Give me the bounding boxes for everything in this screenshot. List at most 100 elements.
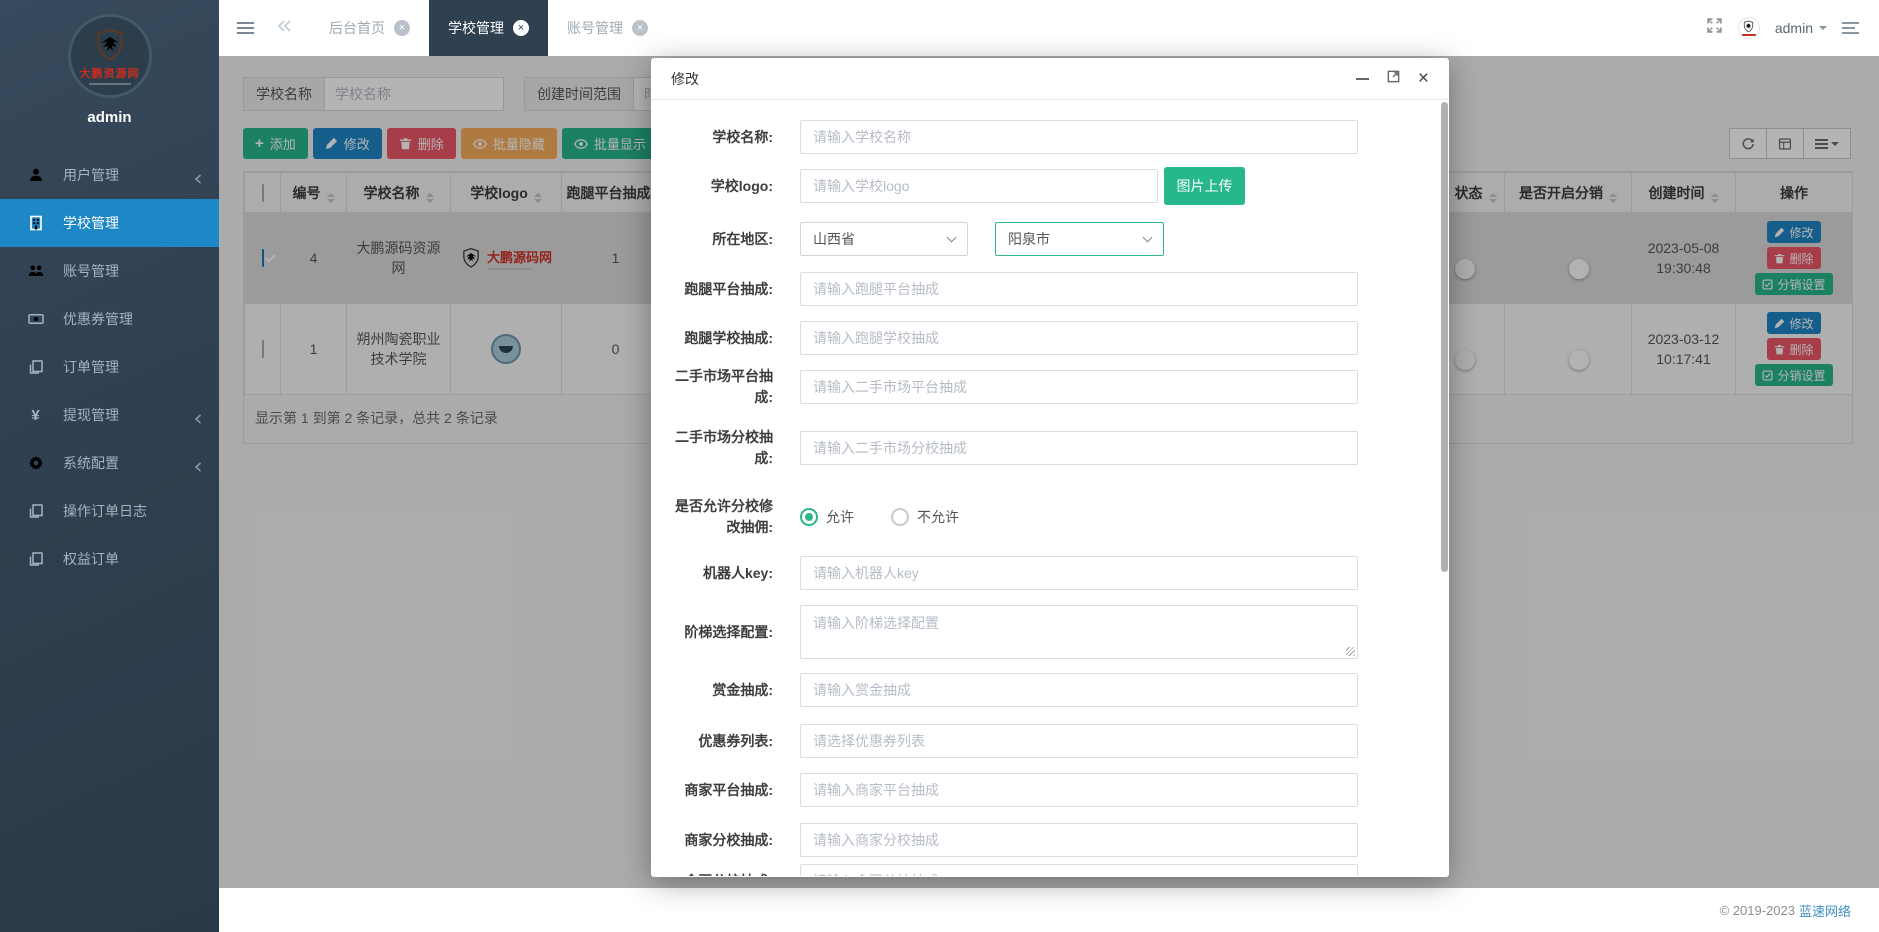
merchant-branch-cut-field[interactable] [800,823,1358,857]
field-label: 跑腿平台抽成: [663,272,773,306]
tab-close-icon[interactable]: × [632,20,648,36]
field-label: 所在地区: [663,222,773,256]
image-upload-button[interactable]: 图片上传 [1164,167,1245,205]
sidebar-item-accounts[interactable]: 账号管理 [0,247,219,295]
close-icon[interactable]: × [1418,69,1429,88]
sidebar-item-withdraw[interactable]: ¥ 提现管理 [0,391,219,439]
sidebar-item-orders[interactable]: 订单管理 [0,343,219,391]
field-label: 学校名称: [663,120,773,154]
avatar-red-bar [1742,34,1756,36]
modal-title: 修改 [671,69,699,89]
sidebar: 大鹏资源网 admin 用户管理 学校管理 账号管理 优惠券管理 [0,0,219,932]
field-label: 商家平台抽成: [663,773,773,807]
sidebar-item-label: 用户管理 [63,165,119,185]
coupon-list-field[interactable] [800,724,1358,758]
field-label: 阶梯选择配置: [663,605,773,659]
field-label: 金豆分校抽成: [663,864,773,876]
field-label: 学校logo: [663,169,773,203]
secondhand-platform-cut-field[interactable] [800,370,1358,404]
field-label: 商家分校抽成: [663,823,773,857]
quick-menu-icon[interactable] [1842,22,1859,34]
modal-body: 学校名称: 学校logo: 图片上传 所在地区: 山西省 阳泉市 跑腿平台抽成:… [651,100,1449,876]
sidebar-item-label: 提现管理 [63,405,119,425]
company-link[interactable]: 蓝速网络 [1799,901,1851,920]
province-select[interactable]: 山西省 [800,222,968,256]
tier-config-field[interactable] [800,605,1358,659]
chevron-left-icon [194,411,202,427]
avatar[interactable] [1738,17,1760,39]
school-icon [27,215,44,232]
user-icon [27,167,44,184]
errand-school-cut-field[interactable] [800,321,1358,355]
sidebar-item-coupons[interactable]: 优惠券管理 [0,295,219,343]
user-menu-label: admin [1775,20,1813,36]
radio-label: 允许 [826,507,854,527]
eagle-logo-icon [92,27,128,63]
gear-icon [27,455,44,472]
sidebar-item-label: 操作订单日志 [63,501,147,521]
field-label: 赏金抽成: [663,673,773,707]
province-select-value: 山西省 [813,229,855,249]
page-footer: © 2019-2023 蓝速网络 [219,888,1879,932]
tabs-scroll-left-icon[interactable] [276,19,292,38]
radio-label: 不允许 [917,507,959,527]
errand-platform-cut-field[interactable] [800,272,1358,306]
sidebar-item-label: 账号管理 [63,261,119,281]
minimize-icon[interactable] [1356,78,1369,80]
tab-dashboard[interactable]: 后台首页 × [310,0,429,56]
tab-close-icon[interactable]: × [513,20,529,36]
fullscreen-icon[interactable] [1706,17,1723,39]
radio-icon [891,508,909,526]
sidebar-item-label: 权益订单 [63,549,119,569]
bounty-cut-field[interactable] [800,673,1358,707]
field-label: 二手市场分校抽成: [663,431,773,465]
brand-logo-text: 大鹏资源网 [80,65,140,81]
brand-logo-circle: 大鹏资源网 [68,14,152,98]
order-log-icon [27,503,44,520]
resize-handle-icon[interactable] [1346,647,1355,656]
deny-radio[interactable]: 不允许 [891,500,959,534]
sidebar-item-rights-orders[interactable]: 权益订单 [0,535,219,583]
merchant-platform-cut-field[interactable] [800,773,1358,807]
school-logo-field[interactable] [800,169,1158,203]
brand-logo-subline [89,83,131,85]
allow-radio[interactable]: 允许 [800,500,854,534]
brand-logo: 大鹏资源网 admin [0,0,219,126]
tab-school-management[interactable]: 学校管理 × [429,0,548,56]
yen-icon: ¥ [27,407,44,424]
tab-close-icon[interactable]: × [394,20,410,36]
goldbean-branch-cut-field[interactable] [800,864,1358,876]
sidebar-item-label: 学校管理 [63,213,119,233]
sidebar-item-schools[interactable]: 学校管理 [0,199,219,247]
tab-label: 账号管理 [567,18,623,38]
secondhand-branch-cut-field[interactable] [800,431,1358,465]
chevron-down-icon [947,233,957,243]
field-label: 优惠券列表: [663,724,773,758]
school-name-field[interactable] [800,120,1358,154]
sidebar-item-settings[interactable]: 系统配置 [0,439,219,487]
hamburger-menu-icon[interactable] [237,22,254,34]
eagle-logo-icon [1742,20,1755,33]
topbar-right: admin [1706,0,1879,56]
chevron-down-icon [1143,233,1153,243]
sidebar-item-users[interactable]: 用户管理 [0,151,219,199]
robot-key-field[interactable] [800,556,1358,590]
sidebar-menu: 用户管理 学校管理 账号管理 优惠券管理 订单管理 ¥ 提现管理 [0,151,219,583]
tab-account-management[interactable]: 账号管理 × [548,0,667,56]
tab-label: 后台首页 [329,18,385,38]
city-select-value: 阳泉市 [1008,229,1050,249]
sidebar-item-label: 订单管理 [63,357,119,377]
edit-school-modal: 修改 × 学校名称: 学校logo: 图片上传 所在地区: 山西省 阳泉市 跑腿 [651,58,1449,877]
field-label: 二手市场平台抽成: [663,370,773,404]
sidebar-item-label: 系统配置 [63,453,119,473]
app-root: 大鹏资源网 admin 用户管理 学校管理 账号管理 优惠券管理 [0,0,1879,932]
user-menu[interactable]: admin [1775,20,1827,36]
sidebar-item-order-log[interactable]: 操作订单日志 [0,487,219,535]
city-select[interactable]: 阳泉市 [995,222,1164,256]
accounts-icon [27,263,44,280]
maximize-icon[interactable] [1386,69,1401,89]
copyright-text: © 2019-2023 [1720,903,1795,918]
modal-header: 修改 × [651,58,1449,100]
modal-scrollbar[interactable] [1441,102,1448,572]
sidebar-username: admin [87,109,131,126]
